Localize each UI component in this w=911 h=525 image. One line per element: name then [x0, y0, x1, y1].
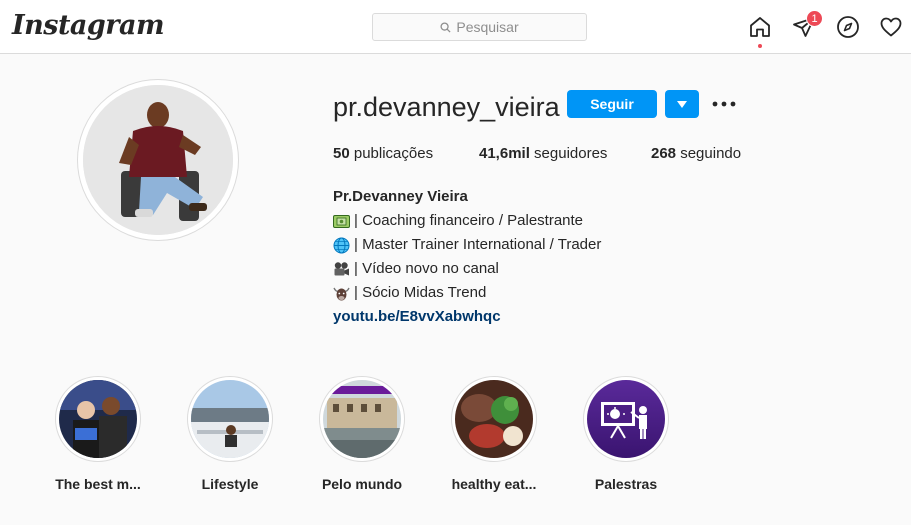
presentation-icon: [587, 380, 665, 458]
profile-avatar[interactable]: [77, 79, 239, 241]
posts-count: 50: [333, 145, 350, 162]
city-photo: [323, 380, 401, 458]
bio-text: | Coaching financeiro / Palestrante: [354, 212, 584, 229]
profile-stats: 50 publicações 41,6mil seguidores 268 se…: [333, 145, 741, 162]
food-photo: [455, 380, 533, 458]
bull-emoji-icon: [333, 285, 350, 302]
money-emoji-icon: [333, 213, 350, 230]
highlight-label: Lifestyle: [201, 476, 259, 492]
more-options-button[interactable]: [711, 92, 737, 116]
followers-count: 41,6mil: [479, 145, 530, 162]
compass-icon: [837, 16, 859, 38]
avatar-photo: [83, 85, 233, 235]
profile-bio: Pr.Devanney Vieira | Coaching financeiro…: [333, 185, 601, 329]
chevron-down-icon: [677, 100, 687, 108]
profile-link[interactable]: youtu.be/E8vvXabwhqc: [333, 308, 501, 325]
followers-label: seguidores: [534, 145, 608, 162]
instagram-logo[interactable]: Instagram: [12, 10, 165, 41]
explore-button[interactable]: [835, 14, 861, 40]
home-icon: [750, 17, 770, 37]
ellipsis-icon: [712, 101, 736, 107]
posts-label: publicações: [353, 145, 434, 162]
heart-icon: [880, 17, 902, 37]
home-button[interactable]: [747, 14, 773, 40]
suggestions-dropdown-button[interactable]: [665, 90, 699, 118]
top-navigation-bar: Instagram Pesquisar 1: [0, 0, 911, 54]
following-label: seguindo: [680, 145, 742, 162]
highlight-label: The best m...: [55, 476, 141, 492]
following-count: 268: [651, 145, 677, 162]
follow-button[interactable]: Seguir: [567, 90, 657, 118]
camera-emoji-icon: [333, 261, 350, 278]
notification-badge: 1: [806, 10, 823, 27]
story-highlights: The best m... Lifestyle Pelo mundo healt…: [0, 376, 911, 496]
bio-text: | Vídeo novo no canal: [354, 260, 499, 277]
highlight-thumbnail: [451, 376, 537, 462]
highlight-label: Pelo mundo: [321, 476, 403, 492]
highlight-item[interactable]: Pelo mundo: [302, 376, 422, 492]
search-icon: [440, 21, 451, 33]
highlight-label: healthy eat...: [451, 476, 537, 492]
person-sitting-illustration: [83, 85, 233, 235]
highlight-thumbnail: [583, 376, 669, 462]
highlight-item[interactable]: Palestras: [566, 376, 686, 492]
home-active-indicator: [758, 44, 762, 48]
highlight-item[interactable]: Lifestyle: [170, 376, 290, 492]
stat-following[interactable]: 268 seguindo: [651, 145, 741, 162]
highlight-item[interactable]: healthy eat...: [434, 376, 554, 492]
search-placeholder: Pesquisar: [456, 19, 519, 35]
two-men-photo: [59, 380, 137, 458]
highlight-item[interactable]: The best m...: [38, 376, 158, 492]
profile-username: pr.devanney_vieira: [333, 92, 560, 122]
search-input[interactable]: Pesquisar: [372, 13, 587, 41]
bio-line: | Sócio Midas Trend: [333, 281, 601, 305]
bio-text: | Sócio Midas Trend: [354, 284, 487, 301]
stat-posts: 50 publicações: [333, 145, 479, 162]
highlight-thumbnail: [55, 376, 141, 462]
activity-button[interactable]: [878, 14, 904, 40]
globe-emoji-icon: [333, 237, 350, 254]
highlight-thumbnail: [187, 376, 273, 462]
bio-line: | Coaching financeiro / Palestrante: [333, 209, 601, 233]
highlight-label: Palestras: [594, 476, 658, 492]
bio-line: | Master Trainer International / Trader: [333, 233, 601, 257]
bio-line: | Vídeo novo no canal: [333, 257, 601, 281]
yacht-photo: [191, 380, 269, 458]
stat-followers[interactable]: 41,6mil seguidores: [479, 145, 651, 162]
highlight-thumbnail: [319, 376, 405, 462]
bio-text: | Master Trainer International / Trader: [354, 236, 602, 253]
profile-full-name: Pr.Devanney Vieira: [333, 188, 468, 205]
